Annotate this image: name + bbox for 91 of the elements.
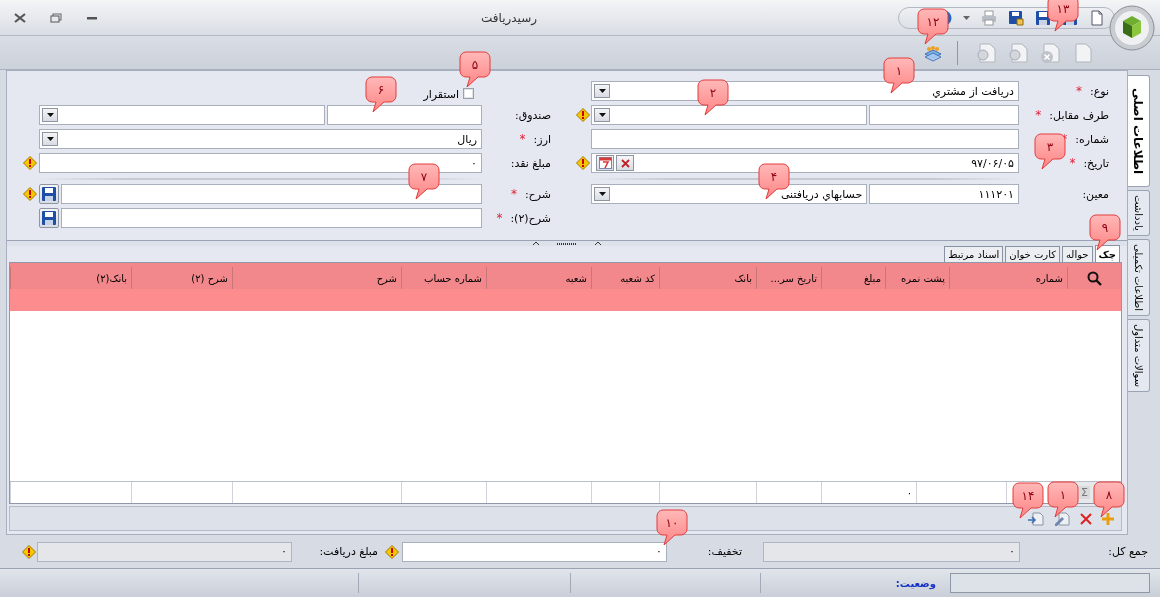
side-tab[interactable]: یادداشت <box>1128 190 1150 236</box>
callout-tooltip: ۱۲ <box>917 8 949 45</box>
dropdown-button[interactable] <box>42 108 58 122</box>
tab[interactable]: چک <box>1094 245 1120 262</box>
side-tab[interactable]: اطلاعات تکمیلی <box>1128 238 1150 316</box>
text-field[interactable]: ۰ <box>402 541 667 562</box>
document-icon[interactable] <box>1089 9 1105 26</box>
code-field[interactable]: ۱۱۱۲۰۱ <box>869 184 1019 204</box>
dropdown-button[interactable] <box>594 108 610 122</box>
text-field[interactable]: ۰ <box>37 541 292 562</box>
tab[interactable]: کارت خوان <box>1005 246 1060 262</box>
dropdown-button[interactable] <box>42 132 58 146</box>
field-label: ارز: <box>533 132 551 146</box>
tab[interactable]: حواله <box>1062 246 1093 262</box>
save-icon <box>41 210 57 226</box>
sum-symbol: Σ <box>1079 486 1090 499</box>
layers-icon[interactable] <box>923 43 943 62</box>
callout-tooltip: ۱۳ <box>1047 0 1079 32</box>
required-mark: * <box>1076 84 1082 98</box>
text-field[interactable]: ۰ <box>763 541 1020 562</box>
field-label: مبلغ دریافت: <box>318 545 378 558</box>
callout-tooltip: ۸ <box>1093 481 1125 518</box>
caret-icon <box>46 113 54 117</box>
calendar-button[interactable] <box>596 155 614 171</box>
checkbox-label: استقرار <box>423 88 459 101</box>
text-field[interactable]: ۰ <box>39 153 482 173</box>
text-field[interactable] <box>61 208 482 228</box>
caret-icon <box>598 192 606 196</box>
save-as-icon[interactable] <box>1008 9 1024 26</box>
caret-icon <box>598 89 606 93</box>
restore-icon[interactable] <box>50 12 62 23</box>
save-icon[interactable] <box>1035 9 1051 26</box>
field-label: شماره: <box>1075 132 1109 146</box>
close-icon <box>620 158 630 168</box>
required-mark: * <box>519 132 526 146</box>
save-button[interactable] <box>39 184 59 204</box>
combo-box[interactable]: حسابهاي دریافتنی <box>591 184 868 204</box>
combo-box[interactable]: ریال <box>39 129 482 149</box>
status-label: وضعیت: <box>895 576 936 591</box>
callout-tooltip: ۱ <box>1047 481 1079 518</box>
text-field[interactable] <box>61 184 482 204</box>
field-label: طرف مقابل: <box>1049 108 1109 122</box>
caret-icon <box>46 137 54 141</box>
callout-tooltip: ۱۰ <box>656 509 688 546</box>
callout-tooltip: ۹ <box>1089 214 1121 251</box>
caret-icon[interactable] <box>963 15 970 20</box>
add-icon[interactable] <box>1101 511 1115 526</box>
edit-icon[interactable] <box>1053 510 1071 527</box>
dropdown-button[interactable] <box>594 84 610 98</box>
printer-icon[interactable] <box>981 9 997 26</box>
calendar-icon <box>598 157 612 169</box>
field-label: تاریخ: <box>1083 156 1109 170</box>
field-label: صندوق: <box>515 108 551 122</box>
checkbox[interactable] <box>463 88 474 99</box>
grip-icon[interactable] <box>532 241 602 246</box>
callout-tooltip: ۱ <box>883 57 915 94</box>
required-mark: * <box>510 187 517 201</box>
close-icon[interactable] <box>14 12 26 23</box>
required-mark: * <box>1035 108 1042 122</box>
minimize-icon[interactable] <box>86 15 98 20</box>
field-label: مبلغ نقد: <box>510 156 551 170</box>
text-field[interactable] <box>591 129 1019 149</box>
sum-cell: ۰ <box>906 487 912 498</box>
callout-tooltip: ۲ <box>697 79 729 116</box>
clear-button[interactable] <box>616 155 634 171</box>
field-label: تخفیف: <box>706 545 742 558</box>
callout-tooltip: ۵ <box>459 51 491 88</box>
field-label: شرح(۲): <box>510 211 551 225</box>
side-tab[interactable]: اطلاعات اصلی <box>1127 75 1150 188</box>
delete-icon[interactable] <box>1079 511 1093 526</box>
window-title: رسیدریافت <box>479 10 539 25</box>
caret-icon <box>598 113 606 117</box>
field-label: نوع: <box>1090 84 1109 98</box>
tab[interactable]: اسناد مرتبط <box>944 246 1004 262</box>
search-icon[interactable] <box>1087 270 1102 286</box>
field-label: شرح: <box>524 187 551 201</box>
save-icon <box>41 186 57 202</box>
required-mark: * <box>1069 156 1076 170</box>
required-mark: * <box>496 211 503 225</box>
side-tab[interactable]: سوالات متداول <box>1128 319 1150 393</box>
callout-tooltip: ۱۴ <box>1012 482 1044 519</box>
code-field[interactable] <box>326 105 482 125</box>
field-label: معین: <box>1082 187 1109 201</box>
field-label: جمع کل: <box>1107 545 1148 558</box>
callout-tooltip: ۶ <box>365 76 397 113</box>
save-button[interactable] <box>39 208 59 228</box>
code-field[interactable] <box>869 105 1019 125</box>
date-field[interactable]: ۹۷/۰۶/۰۵ <box>591 153 1019 173</box>
dropdown-button[interactable] <box>594 187 610 201</box>
import-icon[interactable] <box>1027 510 1045 527</box>
callout-tooltip: ۷ <box>408 163 440 200</box>
